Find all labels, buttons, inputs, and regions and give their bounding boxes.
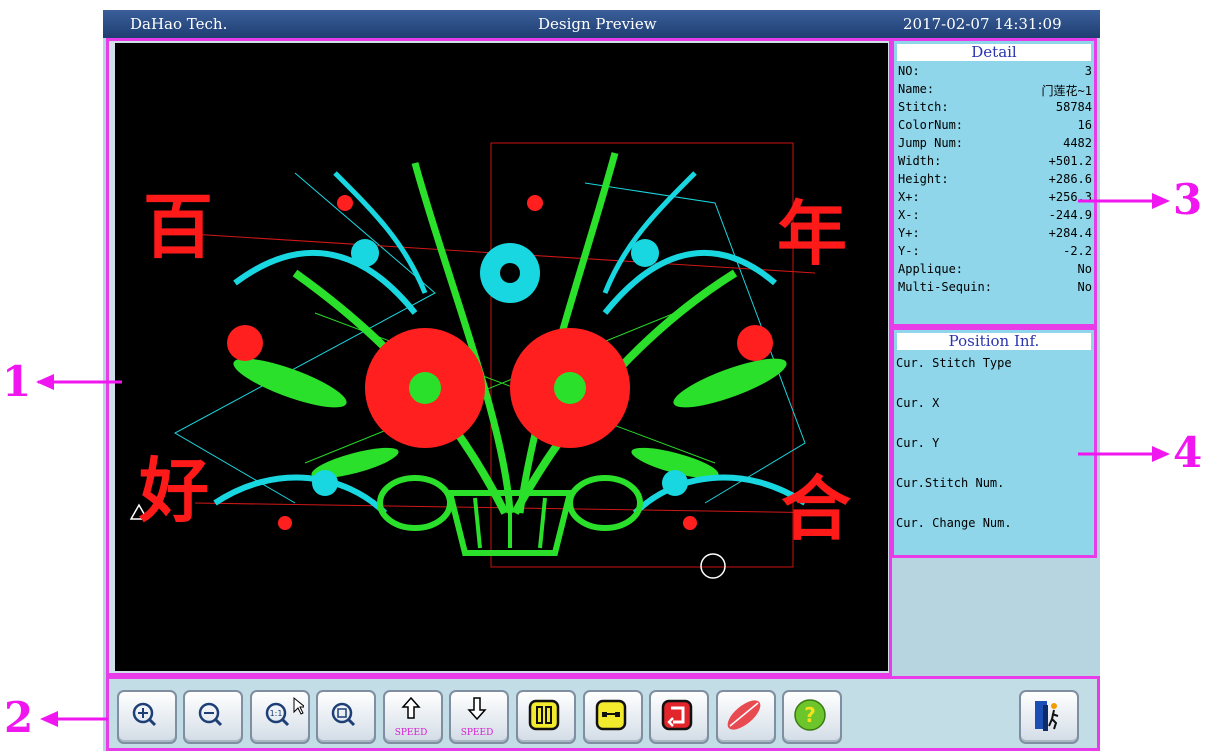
annotation-2: 2: [4, 693, 34, 742]
annotation-3: 3: [1173, 175, 1203, 224]
annotation-1: 1: [2, 357, 32, 406]
annotation-arrows: [36, 193, 1170, 727]
annotation-4: 4: [1173, 428, 1203, 477]
